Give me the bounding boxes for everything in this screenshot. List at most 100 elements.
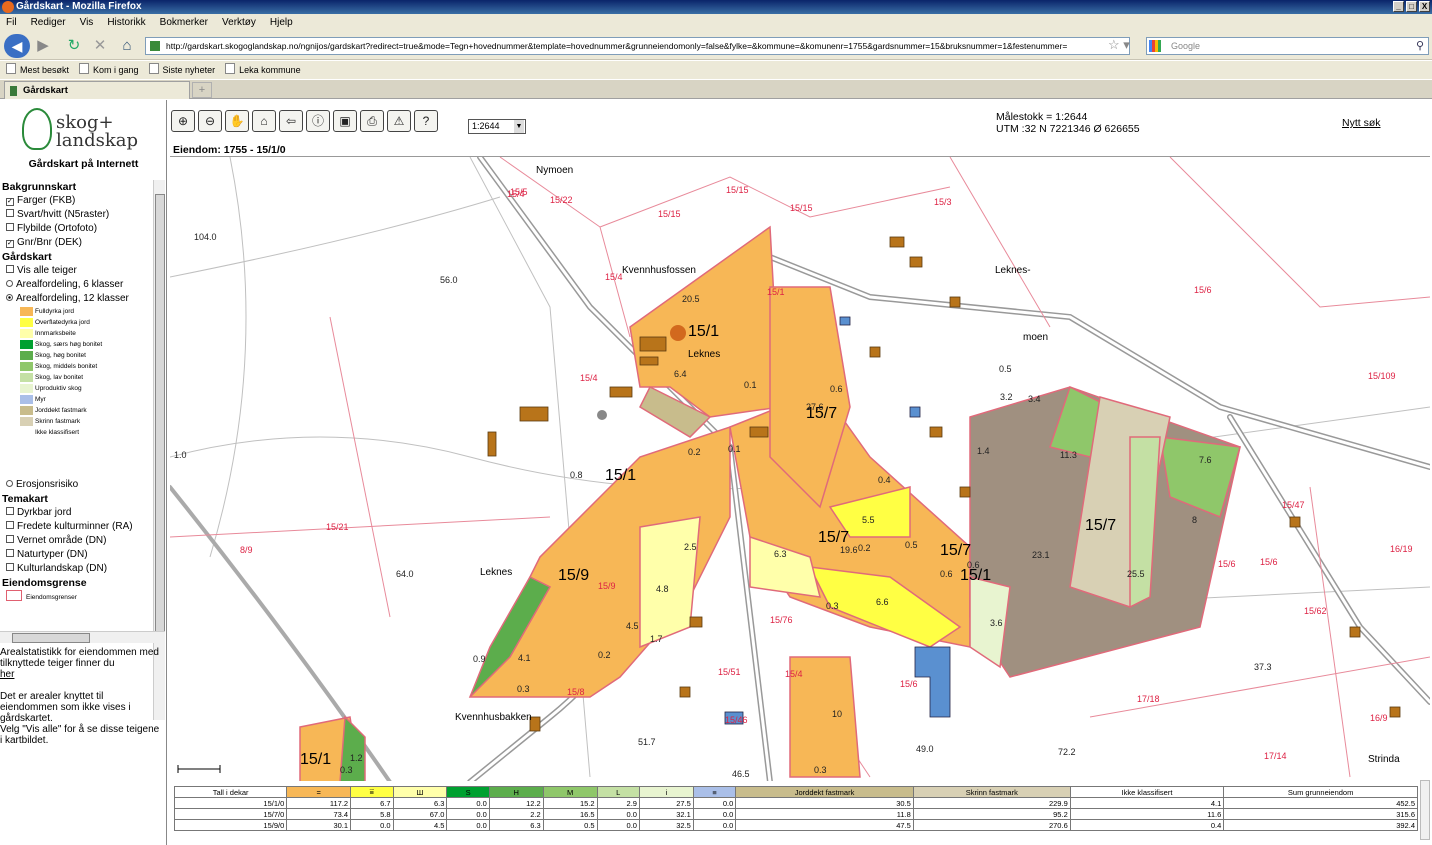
checkbox-checked-icon[interactable]: ✓ bbox=[6, 198, 14, 206]
nytt-sok-link[interactable]: Nytt søk bbox=[1342, 117, 1381, 129]
layer-svart-hvitt[interactable]: Svart/hvitt (N5raster) bbox=[0, 208, 153, 222]
vis-alle-teiger[interactable]: Vis alle teiger bbox=[0, 264, 153, 278]
close-button[interactable]: X bbox=[1419, 1, 1430, 12]
stats-link[interactable]: her bbox=[0, 669, 14, 680]
stats-cell: 452.5 bbox=[1223, 797, 1418, 809]
navigation-toolbar: ◀ ▶ ↻ ✕ ⌂ http://gardskart.skogoglandska… bbox=[0, 32, 1432, 60]
warning-icon[interactable]: ⚠ bbox=[387, 110, 411, 132]
area-value-label: 0.2 bbox=[858, 543, 871, 553]
menu-verktoy[interactable]: Verktøy bbox=[222, 14, 256, 32]
sidebar-horizontal-scrollbar[interactable] bbox=[0, 631, 165, 643]
reload-icon[interactable]: ↻ bbox=[64, 36, 84, 56]
tema-layer[interactable]: Naturtyper (DN) bbox=[0, 548, 153, 562]
menu-bokmerker[interactable]: Bokmerker bbox=[160, 14, 208, 32]
legend-item: Fulldyrka jord bbox=[0, 306, 153, 317]
radio-icon[interactable] bbox=[6, 480, 13, 487]
checkbox-icon[interactable] bbox=[6, 521, 14, 529]
url-bar[interactable]: http://gardskart.skogoglandskap.no/ngnij… bbox=[145, 37, 1130, 55]
tema-layer[interactable]: Fredete kulturminner (RA) bbox=[0, 520, 153, 534]
bakgrunnskart-heading: Bakgrunnskart bbox=[2, 181, 77, 193]
print-icon[interactable]: ⎙ bbox=[360, 110, 384, 132]
bookmark-siste-nyheter[interactable]: Siste nyheter bbox=[149, 61, 216, 79]
table-row: 15/7/0 73.4 5.8 67.0 0.0 2.2 16.5 0.0 32.1 0.0 11.… bbox=[173, 808, 1418, 820]
checkbox-icon[interactable] bbox=[6, 563, 14, 571]
area-value-label: 11.3 bbox=[1060, 450, 1077, 460]
areal-12-klasser[interactable]: Arealfordeling, 12 klasser bbox=[0, 292, 153, 306]
layer-farger[interactable]: ✓ Farger (FKB) bbox=[0, 194, 153, 208]
tab-gardskart[interactable]: Gårdskart bbox=[4, 81, 190, 99]
google-icon[interactable] bbox=[1149, 40, 1161, 52]
search-input[interactable]: Google ⚲ bbox=[1146, 37, 1429, 55]
checkbox-icon[interactable] bbox=[6, 535, 14, 543]
tema-layer[interactable]: Vernet område (DN) bbox=[0, 534, 153, 548]
stats-cell: 67.0 bbox=[392, 808, 448, 820]
radio-selected-icon[interactable] bbox=[6, 294, 13, 301]
site-title: Gårdskart på Internett bbox=[28, 158, 139, 170]
height-label: 49.0 bbox=[916, 744, 934, 754]
stats-cell: 392.4 bbox=[1223, 819, 1418, 831]
radio-icon[interactable] bbox=[6, 280, 13, 287]
zoom-out-icon[interactable]: ⊖ bbox=[198, 110, 222, 132]
scale-bar bbox=[177, 765, 221, 773]
stats-header-row: Tall i dekar = ⩸ Ш S H M Li ≡ Jorddekt fastmark Sk… bbox=[173, 786, 1418, 798]
area-value-label: 0.1 bbox=[744, 380, 757, 390]
layer-flybilde[interactable]: Flybilde (Ortofoto) bbox=[0, 222, 153, 236]
bookmark-leka-kommune[interactable]: Leka kommune bbox=[225, 61, 301, 79]
scroll-thumb[interactable] bbox=[12, 633, 90, 643]
search-placeholder: Google bbox=[1171, 41, 1201, 51]
tema-layer[interactable]: Dyrkbar jord bbox=[0, 506, 153, 520]
area-value-label: 0.3 bbox=[340, 765, 353, 775]
forward-button[interactable]: ▶ bbox=[30, 36, 56, 56]
checkbox-icon[interactable] bbox=[6, 507, 14, 515]
stats-scrollbar[interactable] bbox=[1420, 780, 1430, 840]
zoom-in-icon[interactable]: ⊕ bbox=[171, 110, 195, 132]
window-title: Gårdskart - Mozilla Firefox bbox=[16, 1, 142, 12]
tema-label: Naturtyper (DN) bbox=[17, 549, 88, 560]
back-button[interactable]: ◀ bbox=[4, 34, 30, 58]
stats-header-cell: Sum grunneiendom bbox=[1223, 786, 1418, 798]
new-tab-button[interactable]: + bbox=[192, 82, 212, 98]
stats-cell: 0.0 bbox=[446, 819, 490, 831]
stats-cell: 0.4 bbox=[1069, 819, 1225, 831]
parcel-id-label: 17/14 bbox=[1264, 751, 1287, 761]
areal-6-klasser[interactable]: Arealfordeling, 6 klasser bbox=[0, 278, 153, 292]
pan-icon[interactable]: ✋ bbox=[225, 110, 249, 132]
home-icon[interactable]: ⌂ bbox=[117, 36, 137, 56]
info-icon[interactable]: ⓘ bbox=[306, 110, 330, 132]
help-icon[interactable]: ? bbox=[414, 110, 438, 132]
parcel-number-label: 15/1 bbox=[688, 323, 720, 340]
parcel-id-label: 15/9 bbox=[598, 581, 616, 591]
checkbox-icon[interactable] bbox=[6, 265, 14, 273]
stop-icon[interactable]: ✕ bbox=[90, 36, 110, 56]
menu-fil[interactable]: Fil bbox=[6, 14, 17, 32]
malestokk-text: Målestokk = 1:2644 bbox=[996, 111, 1088, 123]
erosjonsrisiko[interactable]: Erosjonsrisiko bbox=[0, 478, 153, 492]
legend-swatch bbox=[20, 340, 33, 349]
bookmark-mest-besokt[interactable]: Mest besøkt bbox=[6, 61, 69, 79]
menu-vis[interactable]: Vis bbox=[80, 14, 94, 32]
menu-historikk[interactable]: Historikk bbox=[107, 14, 145, 32]
search-icon[interactable]: ⚲ bbox=[1416, 38, 1424, 54]
save-icon[interactable]: ▣ bbox=[333, 110, 357, 132]
back-icon[interactable]: ⇦ bbox=[279, 110, 303, 132]
legend-swatch bbox=[20, 362, 33, 371]
checkbox-checked-icon[interactable]: ✓ bbox=[6, 240, 14, 248]
menu-hjelp[interactable]: Hjelp bbox=[270, 14, 293, 32]
home-icon[interactable]: ⌂ bbox=[252, 110, 276, 132]
tema-layer[interactable]: Kulturlandskap (DN) bbox=[0, 562, 153, 576]
checkbox-icon[interactable] bbox=[6, 549, 14, 557]
bookmark-star-icon[interactable]: ☆ ▾ bbox=[1108, 37, 1130, 53]
menu-rediger[interactable]: Rediger bbox=[31, 14, 66, 32]
bookmark-kom-i-gang[interactable]: Kom i gang bbox=[79, 61, 139, 79]
scale-select[interactable]: 1:2644 bbox=[468, 119, 526, 134]
checkbox-icon[interactable] bbox=[6, 223, 14, 231]
minimize-button[interactable]: _ bbox=[1393, 1, 1404, 12]
farm-map[interactable]: 15/1 15/7 15/1 15/7 15/7 15/1 15/9 15/7 15/1 Nymo… bbox=[170, 156, 1430, 781]
tema-label: Vernet område (DN) bbox=[17, 535, 107, 546]
parcel-id-label: 15/22 bbox=[550, 195, 573, 205]
checkbox-icon[interactable] bbox=[6, 209, 14, 217]
layer-gnr-bnr[interactable]: ✓ Gnr/Bnr (DEK) bbox=[0, 236, 153, 250]
maximize-button[interactable]: □ bbox=[1406, 1, 1417, 12]
scroll-thumb[interactable] bbox=[155, 194, 165, 638]
area-value-label: 0.8 bbox=[570, 470, 583, 480]
